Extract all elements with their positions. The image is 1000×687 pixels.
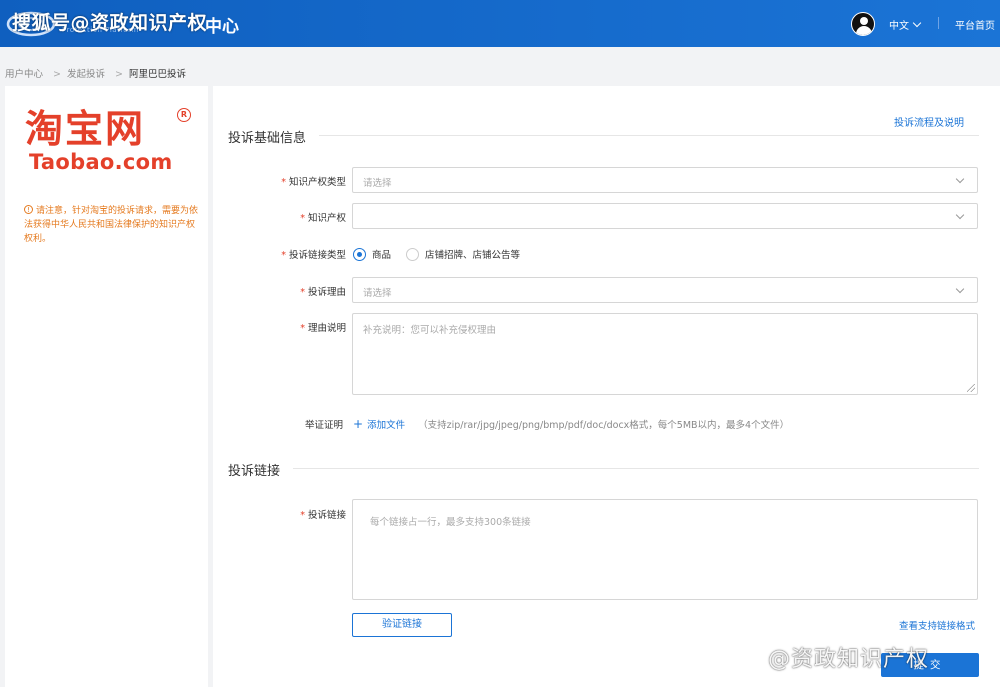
- ip-type-placeholder: 请选择: [363, 178, 392, 189]
- radio-option-product[interactable]: 商品: [353, 247, 391, 261]
- chevron-down-icon: [955, 174, 965, 184]
- ip-select[interactable]: [352, 203, 978, 229]
- evidence-upload-row: + 添加文件 （支持zip/rar/jpg/jpeg/png/bmp/pdf/do…: [353, 417, 789, 431]
- registered-mark-icon: R: [177, 108, 191, 122]
- left-sidebar: 淘宝网 R Taobao.com ! 请注意，针对淘宝的投诉请求，需要为依法获得中…: [5, 86, 208, 687]
- ip-type-label: * 知识产权类型: [281, 177, 346, 188]
- language-label: 中文: [889, 21, 909, 32]
- breadcrumb-current: 阿里巴巴投诉: [128, 69, 186, 80]
- submit-button[interactable]: 提交: [881, 653, 979, 677]
- language-switcher[interactable]: 中文: [889, 17, 922, 32]
- chevron-down-icon: [955, 210, 965, 220]
- breadcrumb-initiate-complaint[interactable]: 发起投诉: [67, 69, 105, 80]
- section-title-complaint-link: 投诉链接: [228, 464, 281, 479]
- reason-placeholder: 请选择: [363, 288, 392, 299]
- reason-desc-placeholder: 补充说明：您可以补充侵权理由: [363, 325, 497, 336]
- notice-content: 请注意，针对淘宝的投诉请求，需要为依法获得中华人民共和国法律保护的知识产权权利。: [24, 206, 199, 244]
- platform-home-link[interactable]: 平台首页: [955, 17, 995, 32]
- taobao-logo-en: Taobao.com: [29, 150, 173, 174]
- breadcrumb-separator: >: [115, 69, 123, 80]
- reason-select[interactable]: 请选择: [352, 277, 978, 303]
- notice-text: ! 请注意，针对淘宝的投诉请求，需要为依法获得中华人民共和国法律保护的知识产权权利…: [24, 204, 198, 246]
- link-type-label: * 投诉链接类型: [281, 250, 346, 261]
- info-icon: !: [24, 205, 33, 214]
- top-header: Protection Platform 中心 搜狐号@资政知识产权 中文 平台首…: [0, 0, 1000, 47]
- upload-hint: （支持zip/rar/jpg/jpeg/png/bmp/pdf/doc/docx…: [418, 420, 790, 431]
- complaint-flow-link[interactable]: 投诉流程及说明: [894, 114, 964, 129]
- breadcrumb-separator: >: [53, 69, 61, 80]
- radio-unchecked-icon: [406, 248, 420, 261]
- header-divider: [938, 17, 939, 29]
- section-divider: [293, 468, 979, 469]
- chevron-down-icon: [955, 284, 965, 294]
- supported-format-link[interactable]: 查看支持链接格式: [899, 618, 975, 632]
- resize-handle-icon[interactable]: [967, 384, 975, 392]
- reason-desc-label: * 理由说明: [300, 323, 346, 334]
- section-title-basic-info: 投诉基础信息: [228, 131, 307, 146]
- complaint-form: 投诉基础信息 投诉流程及说明 * 知识产权类型 请选择 * 知识产权 * 投诉链接类型…: [213, 86, 1000, 687]
- evidence-label: 举证证明: [304, 420, 343, 431]
- radio-checked-icon: [353, 248, 366, 261]
- ip-label: * 知识产权: [300, 213, 346, 224]
- plus-icon: +: [353, 417, 364, 431]
- complaint-link-textarea[interactable]: 每个链接占一行，最多支持300条链接: [352, 499, 978, 600]
- taobao-logo-cn: 淘宝网: [25, 107, 146, 151]
- verify-link-button[interactable]: 验证链接: [352, 613, 452, 637]
- reason-label: * 投诉理由: [300, 287, 346, 298]
- chevron-down-icon: [912, 18, 922, 28]
- complaint-link-label: * 投诉链接: [300, 510, 346, 521]
- user-avatar-icon[interactable]: [851, 12, 875, 36]
- section-divider: [319, 135, 979, 136]
- radio-option-shop[interactable]: 店铺招牌、店铺公告等: [406, 247, 520, 261]
- complaint-link-placeholder: 每个链接占一行，最多支持300条链接: [370, 517, 531, 528]
- ip-type-select[interactable]: 请选择: [352, 167, 978, 193]
- brand-title: 中心: [205, 17, 239, 37]
- reason-desc-textarea[interactable]: 补充说明：您可以补充侵权理由: [352, 313, 978, 395]
- breadcrumb: 用户中心 > 发起投诉 > 阿里巴巴投诉: [5, 66, 190, 80]
- link-type-radio-group: 商品 店铺招牌、店铺公告等: [353, 247, 532, 261]
- watermark-text: 搜狐号@资政知识产权: [12, 12, 208, 34]
- add-file-button[interactable]: + 添加文件: [353, 417, 405, 431]
- breadcrumb-user-center[interactable]: 用户中心: [5, 69, 43, 80]
